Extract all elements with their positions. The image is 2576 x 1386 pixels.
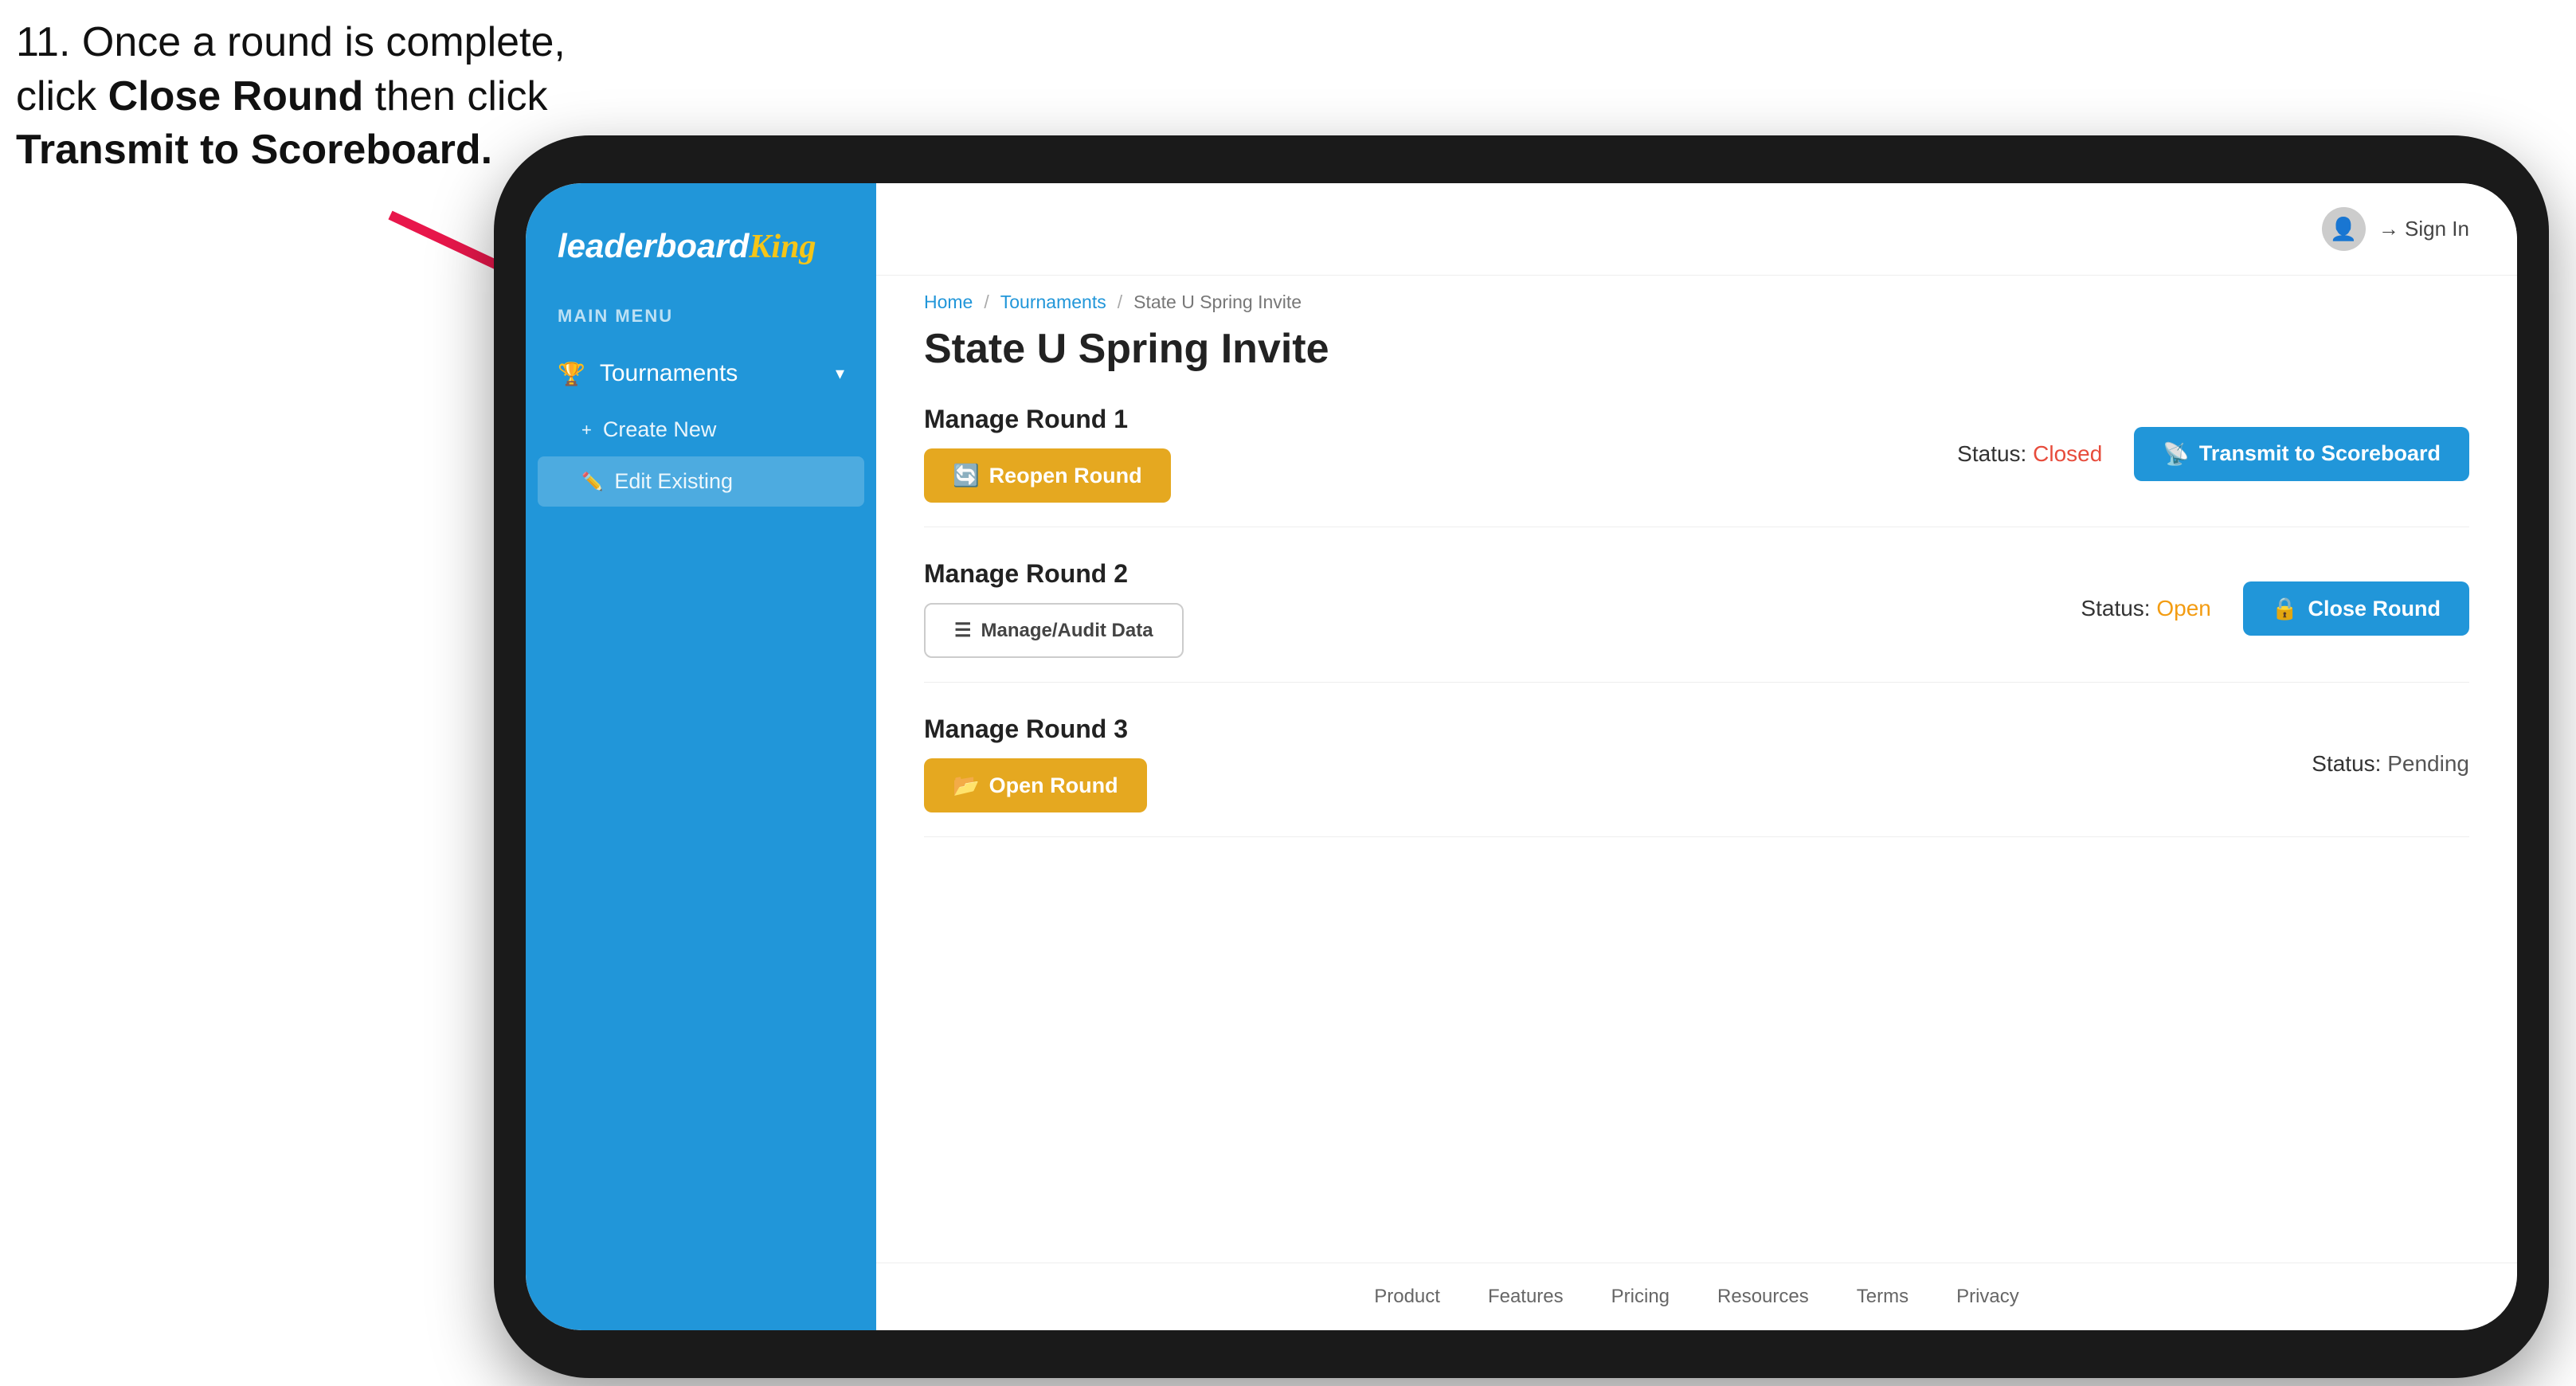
top-bar: 👤 → Sign In (876, 183, 2517, 276)
transmit-icon: 📡 (2163, 441, 2190, 467)
logo: leaderboardKing (558, 227, 844, 266)
close-round-button[interactable]: 🔒 Close Round (2243, 581, 2469, 636)
footer-product[interactable]: Product (1374, 1286, 1440, 1308)
footer-pricing[interactable]: Pricing (1611, 1286, 1670, 1308)
sidebar: leaderboardKing MAIN MENU 🏆 Tournaments … (526, 183, 876, 1330)
round-3-status-value: Pending (2387, 751, 2469, 776)
round-2-block: Manage Round 2 ☰ Manage/Audit Data Statu… (924, 559, 2469, 683)
sidebar-logo: leaderboardKing (526, 183, 876, 290)
tablet-device: leaderboardKing MAIN MENU 🏆 Tournaments … (494, 135, 2549, 1378)
breadcrumb-current: State U Spring Invite (1133, 292, 1302, 313)
reopen-icon: 🔄 (953, 463, 980, 488)
tablet-screen: leaderboardKing MAIN MENU 🏆 Tournaments … (526, 183, 2517, 1330)
round-2-right: Status: Open 🔒 Close Round (2081, 581, 2469, 636)
tournaments-label: Tournaments (600, 360, 738, 387)
manage-audit-data-button[interactable]: ☰ Manage/Audit Data (924, 603, 1184, 658)
reopen-round-button[interactable]: 🔄 Reopen Round (924, 448, 1171, 503)
audit-icon: ☰ (954, 619, 972, 642)
transmit-to-scoreboard-button[interactable]: 📡 Transmit to Scoreboard (2134, 427, 2469, 481)
round-1-block: Manage Round 1 🔄 Reopen Round Status: Cl… (924, 405, 2469, 527)
footer: Product Features Pricing Resources Terms… (876, 1263, 2517, 1330)
round-1-status: Status: Closed (1957, 441, 2102, 467)
round-3-block: Manage Round 3 📂 Open Round Status: Pend… (924, 715, 2469, 837)
breadcrumb-sep1: / (984, 292, 989, 313)
lock-icon: 🔒 (2272, 596, 2299, 621)
round-1-status-value: Closed (2033, 441, 2102, 466)
footer-features[interactable]: Features (1488, 1286, 1564, 1308)
footer-terms[interactable]: Terms (1857, 1286, 1909, 1308)
breadcrumb-home[interactable]: Home (924, 292, 973, 313)
sign-in-area[interactable]: 👤 → Sign In (2322, 207, 2469, 251)
sidebar-item-edit-existing[interactable]: ✏️ Edit Existing (538, 456, 864, 507)
plus-icon: + (581, 420, 592, 440)
logo-king-text: King (749, 229, 816, 265)
chevron-down-icon: ▾ (836, 363, 844, 384)
edit-existing-label: Edit Existing (614, 469, 733, 494)
breadcrumb-sep2: / (1118, 292, 1122, 313)
avatar: 👤 (2322, 207, 2366, 251)
edit-icon: ✏️ (581, 472, 603, 492)
instruction-block: 11. Once a round is complete, click Clos… (16, 16, 566, 178)
trophy-icon: 🏆 (558, 361, 585, 387)
instruction-line3: Transmit to Scoreboard. (16, 127, 492, 173)
sidebar-nav: 🏆 Tournaments ▾ + Create New ✏️ Edit Exi… (526, 343, 876, 508)
logo-leaderboard-text: leaderboard (558, 227, 749, 264)
app-layout: leaderboardKing MAIN MENU 🏆 Tournaments … (526, 183, 2517, 1330)
instruction-line2: click Close Round then click (16, 73, 547, 119)
round-3-status: Status: Pending (2312, 751, 2469, 777)
breadcrumb: Home / Tournaments / State U Spring Invi… (876, 276, 2517, 317)
breadcrumb-tournaments[interactable]: Tournaments (1000, 292, 1106, 313)
page-title: State U Spring Invite (924, 325, 2469, 373)
main-content: 👤 → Sign In Home / Tournaments / State U… (876, 183, 2517, 1330)
create-new-label: Create New (603, 417, 717, 442)
page-content: State U Spring Invite Manage Round 1 🔄 R… (876, 317, 2517, 1263)
round-2-status: Status: Open (2081, 596, 2210, 621)
round-3-label: Manage Round 3 (924, 715, 1147, 744)
main-menu-label: MAIN MENU (526, 298, 876, 335)
round-2-label: Manage Round 2 (924, 559, 1184, 589)
round-1-label: Manage Round 1 (924, 405, 1171, 434)
footer-privacy[interactable]: Privacy (1956, 1286, 2019, 1308)
instruction-line1: 11. Once a round is complete, (16, 19, 566, 65)
sidebar-item-create-new[interactable]: + Create New (526, 405, 876, 455)
open-round-button[interactable]: 📂 Open Round (924, 758, 1147, 812)
round-2-left: Manage Round 2 ☰ Manage/Audit Data (924, 559, 1184, 658)
open-icon: 📂 (953, 773, 980, 798)
sidebar-item-tournaments[interactable]: 🏆 Tournaments ▾ (526, 343, 876, 405)
round-1-left: Manage Round 1 🔄 Reopen Round (924, 405, 1171, 503)
round-3-left: Manage Round 3 📂 Open Round (924, 715, 1147, 812)
round-1-right: Status: Closed 📡 Transmit to Scoreboard (1957, 427, 2469, 481)
round-2-status-value: Open (2156, 596, 2211, 621)
footer-resources[interactable]: Resources (1717, 1286, 1809, 1308)
round-3-right: Status: Pending (2312, 751, 2469, 777)
sign-in-label: → Sign In (2378, 217, 2469, 241)
